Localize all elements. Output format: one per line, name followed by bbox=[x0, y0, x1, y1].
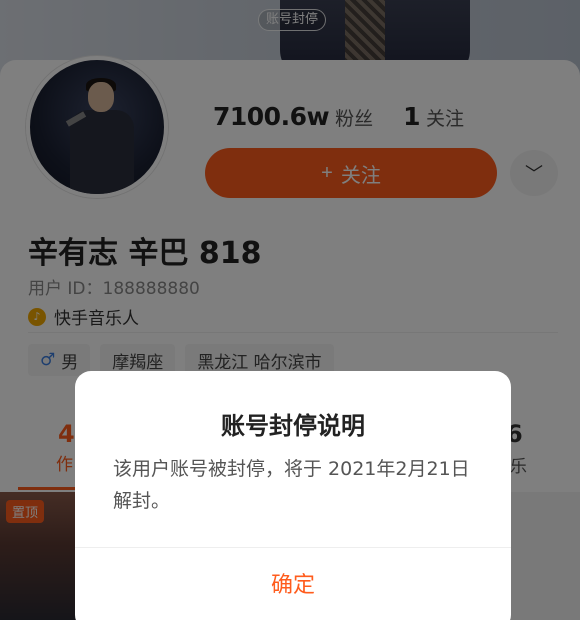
ban-notice-dialog: 账号封停说明 该用户账号被封停，将于 2021年2月21日解封。 确定 bbox=[75, 371, 511, 620]
confirm-button[interactable]: 确定 bbox=[75, 548, 511, 618]
dialog-message: 该用户账号被封停，将于 2021年2月21日解封。 bbox=[113, 458, 470, 512]
dialog-title: 账号封停说明 bbox=[221, 412, 365, 440]
